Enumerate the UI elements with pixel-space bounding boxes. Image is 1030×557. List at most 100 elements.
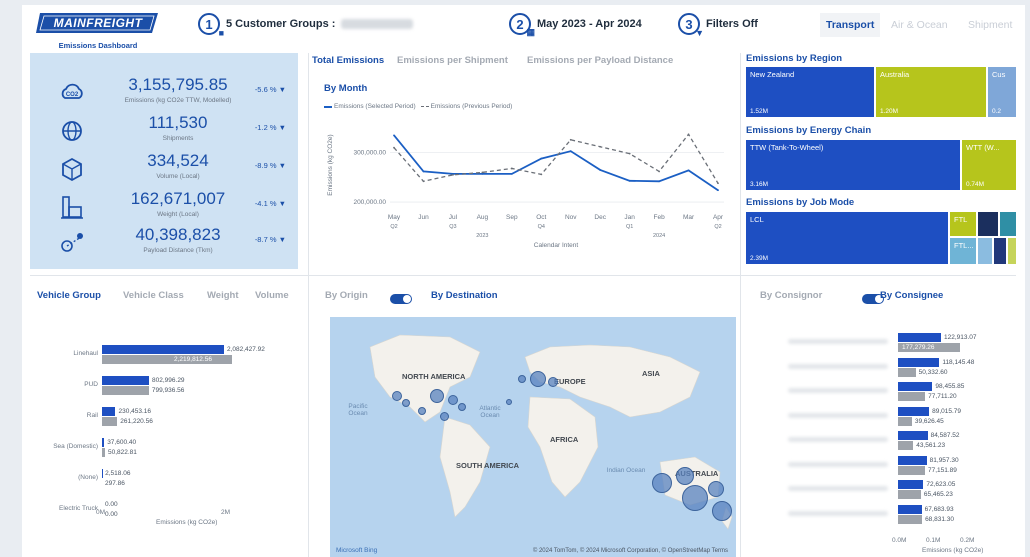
bar-current[interactable] [898,406,930,416]
by-origin-label[interactable]: By Origin [325,290,368,301]
data-point [540,157,543,160]
cell-label: LCL [750,215,764,224]
map-attribution[interactable]: © 2024 TomTom, © 2024 Microsoft Corporat… [533,548,728,554]
bar-previous[interactable] [102,355,232,364]
tab-vehicle-class[interactable]: Vehicle Class [123,290,184,301]
map-provider: Microsoft Bing [336,547,378,554]
bar-current[interactable] [898,382,933,391]
map-bubble[interactable] [402,399,410,407]
map-bubble[interactable] [440,412,449,421]
treemap-cell-small-1[interactable] [978,212,998,236]
row-label-redacted [788,437,888,442]
data-point [422,170,425,173]
bar-current[interactable] [898,431,928,440]
treemap-cell-australia[interactable]: Australia 1.20M [876,67,986,117]
by-consignee-label[interactable]: By Consignee [880,290,943,301]
treemap-cell-small-2[interactable] [1000,212,1016,236]
tab-volume[interactable]: Volume [255,290,289,301]
map-bubble[interactable] [458,403,466,411]
bar-previous[interactable] [898,416,912,426]
bar-current[interactable] [898,357,940,367]
value-current: 118,145.48 [942,358,975,366]
tab-air-ocean[interactable]: Air & Ocean [891,19,948,31]
row-label-redacted [788,339,888,344]
treemap-cell-other[interactable]: Cus 0.2 [988,67,1016,117]
value-current: 84,587.52 [930,432,960,439]
map-bubble[interactable] [430,389,444,403]
treemap-cell-ftl-other[interactable]: FTL... [950,238,976,264]
treemap-cell-ftl[interactable]: FTL [950,212,976,236]
treemap-cell-small-3[interactable] [978,238,992,264]
quarter-tick-label: Q4 [538,224,545,230]
tab-weight[interactable]: Weight [207,290,239,301]
value-current: 0.00 [105,501,118,508]
step-1-icon: 1 ■ [198,13,224,38]
treemap-cell-new-zealand[interactable]: New Zealand 1.52M [746,67,874,117]
bar-previous[interactable] [898,465,925,475]
map-bubble[interactable] [708,481,724,497]
bar-previous[interactable] [898,514,923,524]
bar-current[interactable] [102,376,150,385]
cell-value: 0.74M [966,181,985,188]
bar-current[interactable] [898,455,927,465]
cell-label: WTT (W... [966,143,1000,152]
label-indian-ocean: Indian Ocean [606,467,646,474]
treemap-cell-lcl[interactable]: LCL 2.39M [746,212,948,264]
map-bubble[interactable] [712,501,732,521]
by-destination-label[interactable]: By Destination [431,290,498,301]
quarter-tick-label: Q3 [449,224,456,230]
date-range-filter[interactable]: 2 ▦ May 2023 - Apr 2024 [509,13,642,37]
bar-current[interactable] [102,345,224,354]
data-point [510,167,513,170]
treemap-cell-ttw[interactable]: TTW (Tank-To-Wheel) 3.16M [746,140,960,190]
bar-current[interactable] [102,438,105,447]
bar-previous[interactable] [102,448,105,457]
treemap-cell-small-4[interactable] [994,238,1006,264]
filters-toggle[interactable]: 3 ▼ Filters Off [678,13,758,38]
filters-label: Filters Off [706,18,758,30]
treemap-cell-wtt[interactable]: WTT (W... 0.74M [962,140,1016,190]
bar-previous[interactable] [102,386,149,395]
tab-emissions-per-payload-distance[interactable]: Emissions per Payload Distance [527,55,673,66]
destination-map[interactable]: NORTH AMERICA EUROPE ASIA AFRICA SOUTH A… [330,317,736,557]
energy-title: Emissions by Energy Chain [746,125,872,136]
map-bubble[interactable] [548,377,558,387]
by-month-title: By Month [324,83,368,94]
tab-total-emissions[interactable]: Total Emissions [312,55,384,66]
dashboard-page: MAINFREIGHT Emissions Dashboard 1 ■ 5 Cus… [22,5,1025,557]
tab-transport[interactable]: Transport [820,13,881,37]
data-point [569,138,572,141]
co2-cloud-icon: CO2 [61,83,83,99]
kpi-label: Emissions (kg CO2e TTW, Modelled) [124,97,232,104]
bar-current[interactable] [898,333,941,342]
tab-emissions-per-shipment[interactable]: Emissions per Shipment [397,55,508,66]
bar-previous[interactable] [898,441,914,450]
map-bubble[interactable] [506,399,512,405]
map-bubble[interactable] [676,467,694,485]
bar-previous[interactable] [898,392,926,401]
by-consignor-label[interactable]: By Consignor [760,290,822,301]
bar-current[interactable] [898,504,922,514]
bar-current[interactable] [898,480,924,489]
bar-previous[interactable] [898,490,921,499]
bar-previous[interactable] [102,417,118,426]
customer-groups-filter[interactable]: 1 ■ 5 Customer Groups : [198,13,414,38]
map-bubble[interactable] [448,395,458,405]
value-current: 802,996.29 [152,377,185,384]
map-bubble[interactable] [392,391,402,401]
value-current: 230,453.16 [118,408,152,415]
label-atlantic-ocean: Atlantic Ocean [479,405,501,419]
bar-current[interactable] [102,407,116,416]
jobmode-title: Emissions by Job Mode [746,197,855,208]
year-tick-label: 2023 [476,233,488,239]
origin-destination-toggle[interactable] [390,294,412,304]
map-bubble[interactable] [652,473,672,493]
tab-vehicle-group[interactable]: Vehicle Group [37,290,101,301]
bar-previous[interactable] [898,367,916,377]
tab-shipment[interactable]: Shipment [968,19,1012,31]
map-bubble[interactable] [418,407,426,415]
map-bubble[interactable] [682,485,708,511]
map-bubble[interactable] [518,375,526,383]
treemap-cell-small-5[interactable] [1008,238,1016,264]
map-bubble[interactable] [530,371,546,387]
